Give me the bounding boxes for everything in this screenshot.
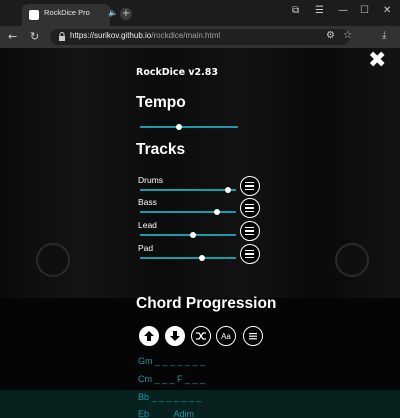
track-label: Pad (138, 243, 154, 253)
menu-icon (245, 230, 254, 232)
tracks-heading: Tracks (136, 141, 186, 158)
chord-heading: Chord Progression (136, 295, 277, 312)
menu-icon (245, 207, 254, 209)
download-icon[interactable]: ⤓ (382, 30, 386, 41)
chord-line[interactable]: Bb _ _ _ _ _ _ _ (138, 392, 202, 402)
menu-icon (245, 226, 254, 228)
address-bar[interactable]: https://surikov.github.io/rockdice/main.… (50, 29, 350, 45)
track-volume-thumb[interactable] (214, 209, 220, 215)
speaker-icon[interactable]: 🔈 (108, 8, 118, 17)
move-up-button[interactable] (139, 326, 159, 346)
tempo-heading: Tempo (136, 94, 186, 111)
track-menu-button[interactable] (240, 198, 260, 218)
lock-icon (59, 32, 65, 41)
settings-icon[interactable]: ⚙ (326, 30, 335, 41)
track-volume-slider[interactable] (140, 232, 236, 238)
track-menu-button[interactable] (240, 221, 260, 241)
background-knob (335, 243, 369, 277)
track-volume-thumb[interactable] (190, 232, 196, 238)
track-label: Drums (138, 175, 164, 185)
shuffle-icon (196, 332, 206, 340)
menu-icon (245, 256, 254, 258)
text-mode-button[interactable]: Aa (216, 326, 236, 346)
menu-icon (245, 203, 254, 205)
favicon-icon (29, 10, 39, 20)
close-overlay-icon[interactable]: ✖ (368, 50, 386, 72)
tempo-slider-thumb[interactable] (176, 124, 182, 130)
track-menu-button[interactable] (240, 176, 260, 196)
menu-icon (245, 210, 254, 212)
browser-tab[interactable]: RockDice Pro 🔈 ✕ (22, 4, 130, 26)
track-volume-slider[interactable] (140, 209, 236, 215)
track-menu-button[interactable] (240, 244, 260, 264)
track-label: Bass (138, 197, 157, 207)
new-tab-button[interactable]: + (120, 8, 132, 20)
menu-icon (245, 253, 254, 255)
background-knob (36, 243, 70, 277)
tab-title: RockDice Pro (44, 8, 90, 17)
chord-line[interactable]: Eb _ _ _ Adim _ _ (138, 409, 209, 418)
app-title: RockDice v2.83 (136, 67, 218, 78)
track-label: Lead (138, 220, 157, 230)
extensions-icon[interactable]: ☰ (315, 5, 324, 16)
arrow-down-icon (170, 331, 180, 341)
address-toolbar: ← ↻ https://surikov.github.io/rockdice/m… (0, 26, 400, 48)
track-volume-slider[interactable] (140, 187, 236, 193)
bookmark-star-icon[interactable]: ☆ (343, 30, 352, 41)
menu-icon (245, 249, 254, 251)
tempo-slider[interactable] (140, 124, 238, 130)
chord-line[interactable]: Gm _ _ _ _ _ _ _ (138, 356, 205, 366)
track-volume-slider[interactable] (140, 255, 236, 261)
track-volume-thumb[interactable] (225, 187, 231, 193)
track-volume-thumb[interactable] (199, 255, 205, 261)
menu-icon (245, 188, 254, 190)
url-text: https://surikov.github.io/rockdice/main.… (70, 31, 220, 40)
url-path: /rockdice/main.html (151, 31, 221, 40)
move-down-button[interactable] (165, 326, 185, 346)
chord-menu-button[interactable] (243, 326, 263, 346)
tab-search-icon[interactable]: ⧉ (292, 5, 299, 16)
maximize-button[interactable]: ☐ (360, 5, 369, 16)
shuffle-button[interactable] (191, 326, 211, 346)
menu-icon (245, 185, 254, 187)
browser-tab-strip: RockDice Pro 🔈 ✕ + ⧉ ☰ — ☐ ✕ (0, 0, 400, 26)
menu-icon (245, 233, 254, 235)
chord-line[interactable]: Cm _ _ _ F _ _ _ (138, 374, 205, 384)
menu-icon (249, 333, 257, 340)
window-close-button[interactable]: ✕ (383, 5, 391, 16)
menu-icon (245, 181, 254, 183)
minimize-button[interactable]: — (338, 5, 348, 16)
url-domain: https://surikov.github.io (70, 31, 152, 40)
arrow-up-icon (144, 331, 154, 341)
back-button[interactable]: ← (8, 30, 17, 43)
text-icon: Aa (221, 331, 231, 341)
reload-button[interactable]: ↻ (30, 30, 39, 43)
